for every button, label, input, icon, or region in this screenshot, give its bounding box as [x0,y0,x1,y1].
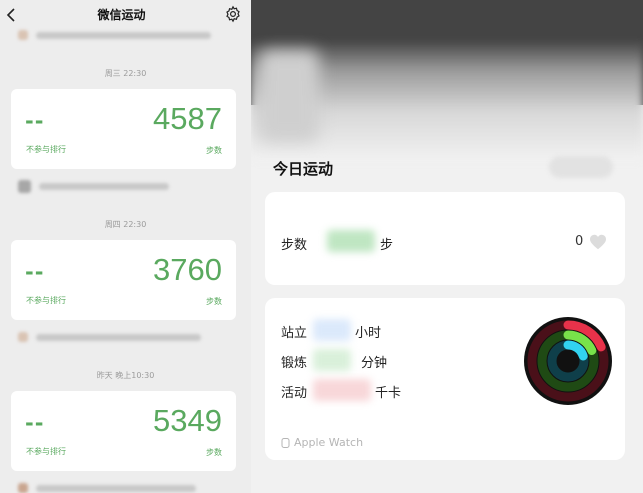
today-sports-panel: 今日运动 步数 步 0 站立 小时 锻炼 分钟 活动 千卡 Apple Watc… [251,0,643,493]
step-card[interactable]: -- 4587 不参与排行 步数 [11,89,236,169]
steps-label: 步数 [281,238,308,253]
blurred-move-value [313,379,371,401]
step-count: 5349 [153,403,222,438]
device-source: Apple Watch [281,436,363,449]
rank-label: 不参与排行 [26,296,66,305]
blurred-button[interactable] [549,156,613,178]
step-count: 3760 [153,252,222,287]
gear-icon[interactable] [224,5,242,23]
activity-rings-icon [524,317,612,405]
blurred-like-row [18,28,211,42]
nav-bar: 微信运动 [0,0,251,30]
steps-unit: 步数 [206,448,222,457]
blurred-like-row [18,179,169,193]
blurred-avatar [259,50,319,142]
page-title: 微信运动 [97,8,146,22]
exercise-label: 锻炼 [281,356,308,371]
rank-label: 不参与排行 [26,447,66,456]
blurred-like-row [18,481,196,493]
device-name: Apple Watch [294,436,364,449]
section-title: 今日运动 [273,160,334,178]
exercise-unit: 分钟 [361,356,388,371]
blurred-exercise-value [313,349,351,371]
stand-unit: 小时 [355,326,382,341]
activity-rings-card[interactable]: 站立 小时 锻炼 分钟 活动 千卡 Apple Watch [265,298,625,460]
step-card[interactable]: -- 3760 不参与排行 步数 [11,240,236,320]
blurred-stand-value [313,319,351,341]
entry-time: 周三 22:30 [104,69,147,78]
rank-value: -- [25,260,45,284]
steps-unit: 步 [380,238,394,253]
like-count: 0 [575,234,584,249]
blurred-like-row [18,330,201,344]
blurred-steps-value [327,230,375,252]
step-count: 4587 [153,101,222,136]
entry-time: 昨天 晚上10:30 [96,371,155,380]
steps-card[interactable]: 步数 步 0 [265,192,625,285]
watch-icon [281,437,290,448]
step-card[interactable]: -- 5349 不参与排行 步数 [11,391,236,471]
rank-value: -- [25,411,45,435]
move-label: 活动 [281,386,308,401]
rank-label: 不参与排行 [26,145,66,154]
rank-value: -- [25,109,45,133]
move-unit: 千卡 [375,386,402,401]
heart-icon[interactable] [589,234,607,250]
steps-unit: 步数 [206,146,222,155]
steps-unit: 步数 [206,297,222,306]
wechat-sports-panel: 微信运动 周三 22:30 -- 4587 不参与排行 步数 周四 22:30 … [0,0,251,493]
entry-time: 周四 22:30 [104,220,147,229]
stand-label: 站立 [281,326,308,341]
